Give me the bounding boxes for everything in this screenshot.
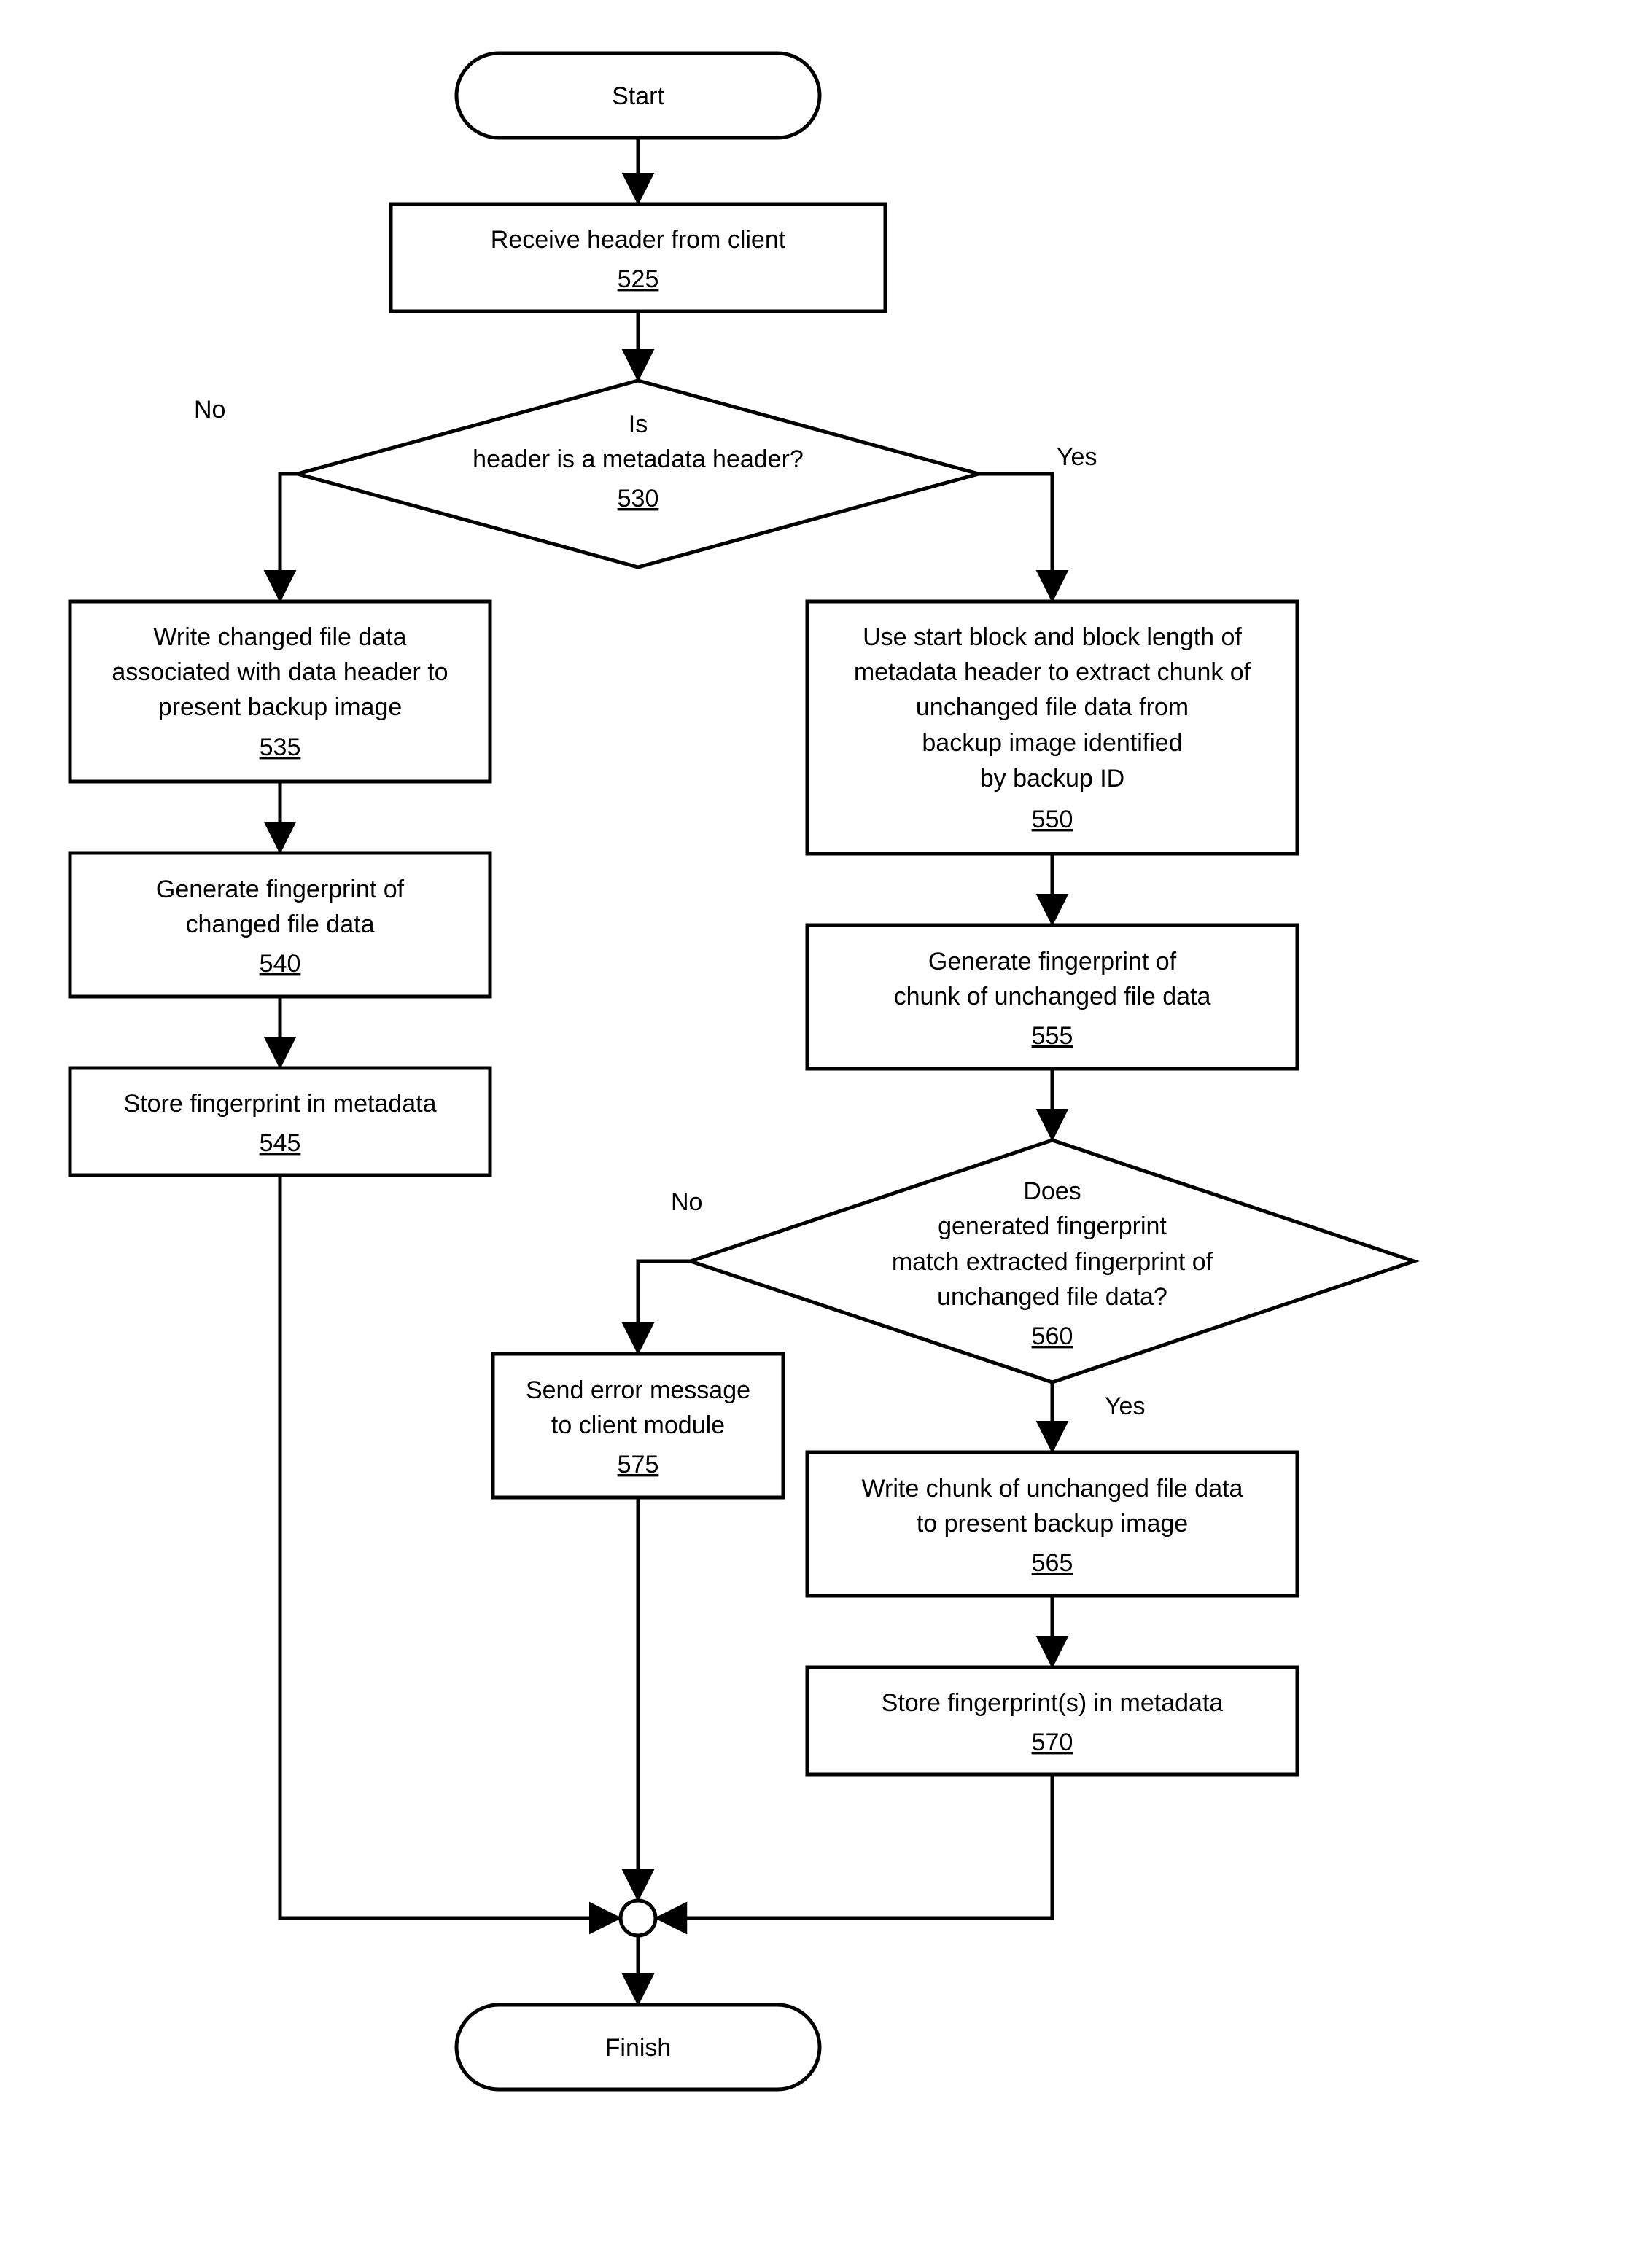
node-545: Store fingerprint in metadata 545	[70, 1068, 490, 1175]
svg-text:Generate fingerprint of: Generate fingerprint of	[156, 876, 405, 903]
svg-text:unchanged file data from: unchanged file data from	[916, 693, 1189, 721]
svg-text:backup image identified: backup image identified	[922, 729, 1182, 757]
node-560: Does generated fingerprint match extract…	[691, 1140, 1414, 1382]
svg-text:570: 570	[1032, 1729, 1073, 1756]
label-530-yes: Yes	[1057, 443, 1097, 471]
svg-text:metadata header to extract chu: metadata header to extract chunk of	[854, 658, 1251, 686]
node-535: Write changed file data associated with …	[70, 601, 490, 782]
svg-text:530: 530	[618, 485, 659, 513]
edge-545-connector	[280, 1175, 619, 1918]
svg-text:Use start block and block leng: Use start block and block length of	[863, 623, 1242, 651]
svg-text:Generate fingerprint of: Generate fingerprint of	[928, 948, 1177, 975]
svg-text:to client module: to client module	[551, 1411, 725, 1439]
node-565: Write chunk of unchanged file data to pr…	[807, 1452, 1297, 1596]
label-530-no: No	[194, 396, 225, 424]
label-560-no: No	[671, 1188, 702, 1216]
node-530: Is header is a metadata header? 530	[298, 381, 979, 567]
node-550: Use start block and block length of meta…	[807, 601, 1297, 854]
node-575: Send error message to client module 575	[493, 1354, 783, 1497]
svg-text:present backup image: present backup image	[158, 693, 403, 721]
svg-text:Write chunk of unchanged file: Write chunk of unchanged file data	[862, 1475, 1243, 1503]
svg-text:Is: Is	[629, 410, 648, 438]
finish-node: Finish	[456, 2005, 820, 2089]
svg-text:535: 535	[260, 733, 301, 761]
svg-text:generated fingerprint: generated fingerprint	[938, 1212, 1167, 1240]
svg-text:Does: Does	[1023, 1177, 1081, 1205]
svg-text:550: 550	[1032, 806, 1073, 833]
label-560-yes: Yes	[1105, 1392, 1145, 1420]
edge-560-575	[638, 1261, 691, 1352]
svg-text:Receive header from client: Receive header from client	[491, 226, 786, 254]
finish-label: Finish	[605, 2034, 672, 2062]
node-540: Generate fingerprint of changed file dat…	[70, 853, 490, 997]
start-node: Start	[456, 53, 820, 138]
svg-text:unchanged file data?: unchanged file data?	[937, 1283, 1167, 1311]
svg-text:545: 545	[260, 1129, 301, 1157]
start-label: Start	[612, 82, 664, 110]
node-555: Generate fingerprint of chunk of unchang…	[807, 925, 1297, 1069]
connector-circle	[621, 1901, 656, 1936]
node-570: Store fingerprint(s) in metadata 570	[807, 1667, 1297, 1774]
edge-530-550	[979, 474, 1052, 600]
svg-text:Write changed file data: Write changed file data	[153, 623, 406, 651]
svg-text:to present backup image: to present backup image	[917, 1510, 1188, 1538]
svg-text:Store fingerprint(s) in metada: Store fingerprint(s) in metadata	[882, 1689, 1224, 1717]
svg-text:555: 555	[1032, 1022, 1073, 1050]
svg-text:changed file data: changed file data	[186, 911, 375, 938]
node-525: Receive header from client 525	[391, 204, 885, 311]
svg-text:chunk of unchanged file data: chunk of unchanged file data	[894, 983, 1211, 1010]
svg-text:525: 525	[618, 265, 659, 293]
svg-text:560: 560	[1032, 1322, 1073, 1350]
edge-570-connector	[657, 1774, 1052, 1918]
svg-text:Store fingerprint in metadata: Store fingerprint in metadata	[123, 1090, 436, 1118]
svg-text:575: 575	[618, 1451, 659, 1478]
flowchart: Start Receive header from client 525 Is …	[0, 0, 1640, 2268]
svg-text:Send error message: Send error message	[526, 1376, 750, 1404]
svg-text:header is a metadata header?: header is a metadata header?	[473, 445, 804, 473]
edge-530-535	[280, 474, 298, 600]
svg-text:associated with data header to: associated with data header to	[112, 658, 448, 686]
svg-text:by backup ID: by backup ID	[980, 765, 1124, 792]
svg-text:565: 565	[1032, 1549, 1073, 1577]
svg-text:540: 540	[260, 950, 301, 978]
svg-text:match extracted fingerprint of: match extracted fingerprint of	[892, 1248, 1213, 1276]
